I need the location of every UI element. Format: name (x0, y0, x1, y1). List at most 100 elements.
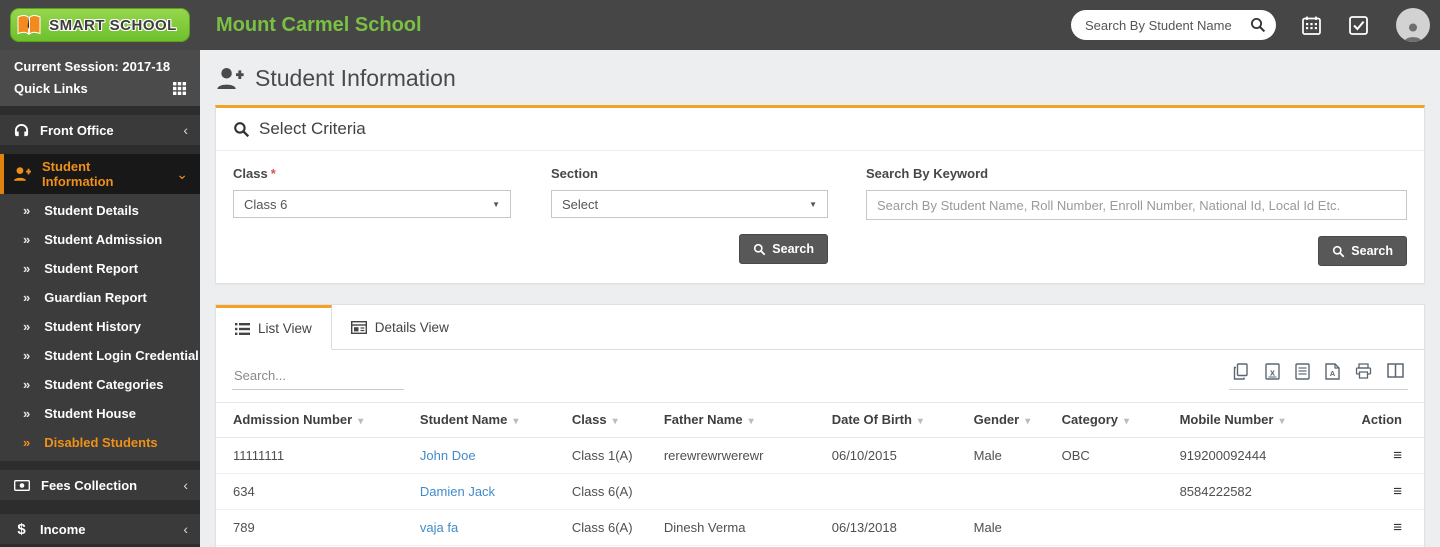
section-label: Section (551, 166, 828, 181)
students-panel: List View Details View x (215, 304, 1425, 547)
header-search (1071, 10, 1276, 40)
col-mobile-number[interactable]: Mobile Number▾ (1172, 403, 1354, 438)
cell-date-of-birth: 06/13/2018 (824, 510, 966, 546)
print-icon[interactable] (1355, 363, 1372, 380)
col-gender[interactable]: Gender▾ (966, 403, 1054, 438)
table-row: 789 vaja fa Class 6(A) Dinesh Verma 06/1… (216, 510, 1424, 546)
submenu-label: Disabled Students (44, 435, 157, 450)
chevron-left-icon: ‹ (183, 122, 188, 138)
col-admission-number[interactable]: Admission Number▾ (216, 403, 412, 438)
caret-down-icon: ▼ (809, 200, 817, 209)
col-father-name[interactable]: Father Name▾ (656, 403, 824, 438)
svg-text:x: x (1270, 368, 1275, 378)
header-search-input[interactable] (1085, 18, 1250, 33)
col-student-name[interactable]: Student Name▾ (412, 403, 564, 438)
cell-father-name (656, 474, 824, 510)
double-chevron-icon: » (23, 203, 30, 218)
sidebar-item-student-history[interactable]: » Student History (0, 312, 200, 341)
submenu-label: Student House (44, 406, 136, 421)
cell-category (1054, 510, 1172, 546)
student-name-link[interactable]: Damien Jack (420, 484, 495, 499)
column-visibility-icon[interactable] (1387, 363, 1404, 380)
double-chevron-icon: » (23, 232, 30, 247)
sort-icon: ▾ (1025, 416, 1030, 427)
session-block: Current Session: 2017-18 Quick Links (0, 50, 200, 106)
sidebar-item-guardian-report[interactable]: » Guardian Report (0, 283, 200, 312)
class-select[interactable]: Class 6 ▼ (233, 190, 511, 218)
sidebar-item-label: Front Office (40, 123, 114, 138)
dollar-icon: $ (14, 521, 29, 538)
double-chevron-icon: » (23, 406, 30, 421)
money-icon (14, 480, 30, 491)
cell-category (1054, 474, 1172, 510)
tab-details-view[interactable]: Details View (332, 305, 468, 349)
col-action: Action (1354, 403, 1424, 438)
sidebar-item-student-details[interactable]: » Student Details (0, 196, 200, 225)
col-date-of-birth[interactable]: Date Of Birth▾ (824, 403, 966, 438)
top-header: SMART SCHOOL Mount Carmel School (0, 0, 1440, 50)
cell-gender: Male (966, 438, 1054, 474)
view-tabs: List View Details View (216, 305, 1424, 350)
submenu-label: Student Login Credential (44, 348, 199, 363)
tab-list-view[interactable]: List View (216, 305, 332, 350)
cell-category: OBC (1054, 438, 1172, 474)
sidebar-item-student-login-credential[interactable]: » Student Login Credential (0, 341, 200, 370)
logo-text: SMART SCHOOL (49, 17, 177, 34)
row-actions-menu-icon[interactable]: ≡ (1393, 447, 1402, 464)
cell-class: Class 6(A) (564, 510, 656, 546)
user-plus-icon (14, 167, 31, 181)
user-avatar[interactable] (1396, 8, 1430, 42)
school-name: Mount Carmel School (216, 14, 422, 37)
tasks-check-icon[interactable] (1349, 16, 1368, 35)
copy-icon[interactable] (1233, 363, 1250, 380)
row-actions-menu-icon[interactable]: ≡ (1393, 483, 1402, 500)
sidebar-item-fees-collection[interactable]: Fees Collection ‹ (0, 470, 200, 500)
logo[interactable]: SMART SCHOOL (0, 8, 200, 42)
sidebar-item-front-office[interactable]: Front Office ‹ (0, 115, 200, 145)
list-icon (235, 323, 250, 335)
calendar-icon[interactable] (1302, 16, 1321, 35)
pdf-icon[interactable]: A (1325, 363, 1340, 380)
sidebar-item-student-admission[interactable]: » Student Admission (0, 225, 200, 254)
double-chevron-icon: » (23, 377, 30, 392)
sidebar-item-student-report[interactable]: » Student Report (0, 254, 200, 283)
cell-admission-number: 634 (216, 474, 412, 510)
cell-gender (966, 474, 1054, 510)
grid-icon[interactable] (173, 82, 186, 95)
section-select[interactable]: Select ▼ (551, 190, 828, 218)
keyword-search-button[interactable]: Search (1318, 236, 1407, 266)
tab-label: List View (258, 321, 312, 336)
table-header-row: Admission Number▾ Student Name▾ Class▾ F… (216, 403, 1424, 438)
sort-icon: ▾ (513, 416, 518, 427)
keyword-input[interactable] (866, 190, 1407, 220)
sidebar-item-student-house[interactable]: » Student House (0, 399, 200, 428)
select-criteria-panel: Select Criteria Class* Class 6 ▼ Section… (215, 105, 1425, 284)
sidebar-item-income[interactable]: $ Income ‹ (0, 514, 200, 544)
col-category[interactable]: Category▾ (1054, 403, 1172, 438)
sidebar-item-student-information[interactable]: Student Information ⌄ (0, 154, 200, 194)
sort-icon: ▾ (918, 416, 923, 427)
excel-icon[interactable]: x (1265, 363, 1280, 380)
current-session-label: Current Session: 2017-18 (14, 59, 186, 74)
row-actions-menu-icon[interactable]: ≡ (1393, 519, 1402, 536)
class-search-button[interactable]: Search (739, 234, 828, 264)
cell-gender: Male (966, 510, 1054, 546)
sort-icon: ▾ (613, 416, 618, 427)
submenu-label: Student Report (44, 261, 138, 276)
double-chevron-icon: » (23, 261, 30, 276)
sidebar-item-disabled-students[interactable]: » Disabled Students (0, 428, 200, 457)
submenu-label: Student History (44, 319, 141, 334)
quick-links[interactable]: Quick Links (14, 81, 186, 96)
table-search-input[interactable] (232, 364, 404, 390)
student-information-submenu: » Student Details » Student Admission » … (0, 194, 200, 461)
tab-label: Details View (375, 320, 449, 335)
cell-date-of-birth (824, 474, 966, 510)
sidebar-item-student-categories[interactable]: » Student Categories (0, 370, 200, 399)
student-name-link[interactable]: John Doe (420, 448, 476, 463)
keyword-label: Search By Keyword (866, 166, 1407, 181)
headset-icon (14, 123, 29, 138)
col-class[interactable]: Class▾ (564, 403, 656, 438)
student-name-link[interactable]: vaja fa (420, 520, 458, 535)
csv-file-icon[interactable] (1295, 363, 1310, 380)
search-icon[interactable] (1250, 17, 1266, 33)
